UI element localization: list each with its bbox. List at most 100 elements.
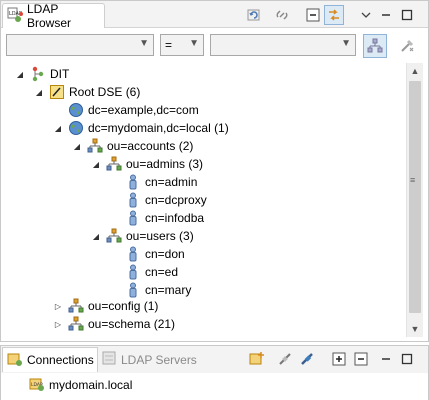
view-menu-button[interactable] xyxy=(356,5,376,25)
tree-node-dcproxy[interactable]: cn=dcproxy xyxy=(109,191,207,209)
expanded-twisty-icon[interactable]: ◢ xyxy=(14,68,26,80)
tree-node-mydomain[interactable]: ◢ dc=mydomain,dc=local (1) xyxy=(52,119,229,137)
leaf-spacer xyxy=(52,104,64,116)
tree-node-label: cn=don xyxy=(145,247,185,261)
disconnect-button[interactable] xyxy=(275,349,295,369)
tree-node-label: DIT xyxy=(50,67,70,81)
collapse-connections-button[interactable] xyxy=(351,349,371,369)
tab-ldap-servers[interactable]: LDAP Servers xyxy=(101,347,197,372)
scrollbar-thumb[interactable] xyxy=(409,81,421,313)
org-unit-icon xyxy=(106,228,122,244)
tree-node-example[interactable]: dc=example,dc=com xyxy=(52,101,199,119)
tab-connections-label: Connections xyxy=(27,353,94,367)
link-button[interactable] xyxy=(272,5,292,25)
expanded-twisty-icon[interactable]: ◢ xyxy=(90,230,102,242)
quick-search-tree-button[interactable] xyxy=(363,34,387,58)
tree-node-label: ou=config (1) xyxy=(88,299,159,313)
new-connection-button[interactable] xyxy=(247,349,267,369)
maximize-button[interactable] xyxy=(397,5,417,25)
tree-node-admins[interactable]: ◢ ou=admins (3) xyxy=(90,155,203,173)
refresh-icon xyxy=(247,9,260,21)
tree-node-label: ou=schema (21) xyxy=(88,317,176,331)
leaf-spacer xyxy=(109,248,121,260)
connections-view: Connections LDAP Servers LDAP mydomain.l… xyxy=(0,345,429,400)
leaf-spacer xyxy=(109,266,121,278)
collapse-all-icon xyxy=(306,8,320,22)
tree-node-don[interactable]: cn=don xyxy=(109,245,185,263)
view-menu-icon xyxy=(361,12,371,18)
filter-value-combo[interactable]: ▼ xyxy=(210,34,356,56)
minimize-icon xyxy=(382,358,390,360)
maximize-icon xyxy=(401,9,413,21)
tree-node-accounts[interactable]: ◢ ou=accounts (2) xyxy=(71,137,193,155)
tree-node-admin[interactable]: cn=admin xyxy=(109,173,197,191)
refresh-button[interactable] xyxy=(244,5,264,25)
leaf-spacer xyxy=(109,194,121,206)
tree-node-root-dse[interactable]: ◢ Root DSE (6) xyxy=(33,83,140,101)
tab-ldap-browser[interactable]: LDAP LDAP Browser xyxy=(2,2,105,30)
tree-node-label: cn=ed xyxy=(145,265,179,279)
tree-search-icon xyxy=(367,38,383,53)
expanded-twisty-icon[interactable]: ◢ xyxy=(52,122,64,134)
tree-node-ed[interactable]: cn=ed xyxy=(109,263,178,281)
person-icon xyxy=(125,264,141,280)
scroll-down-icon[interactable]: ▼ xyxy=(407,321,423,337)
connections-maximize-button[interactable] xyxy=(397,349,417,369)
expand-all-button[interactable] xyxy=(329,349,349,369)
chevron-down-icon: ▼ xyxy=(189,38,199,49)
dit-tree: ◢ DIT ◢ Root DSE (6) dc=example,dc=com ◢… xyxy=(1,63,406,343)
collapsed-twisty-icon[interactable]: ▷ xyxy=(52,300,64,312)
tree-node-users[interactable]: ◢ ou=users (3) xyxy=(90,227,194,245)
org-unit-icon xyxy=(68,316,84,332)
tree-node-label: Root DSE (6) xyxy=(69,85,141,99)
tree-node-label: cn=infodba xyxy=(145,211,205,225)
connections-minimize-button[interactable] xyxy=(376,349,396,369)
collapse-all-button[interactable] xyxy=(303,5,323,25)
connections-icon xyxy=(7,351,23,370)
chevron-down-icon: ▼ xyxy=(139,38,149,49)
tree-node-label: ou=admins (3) xyxy=(126,157,204,171)
minimize-button[interactable] xyxy=(376,5,396,25)
connect-icon xyxy=(301,353,313,365)
link-with-editor-icon xyxy=(329,9,339,21)
clear-search-button[interactable] xyxy=(395,34,419,58)
tree-node-label: ou=users (3) xyxy=(126,229,194,243)
tree-node-label: ou=accounts (2) xyxy=(107,139,194,153)
root-dse-icon xyxy=(49,84,65,100)
tree-node-config[interactable]: ▷ ou=config (1) xyxy=(52,297,158,315)
person-icon xyxy=(125,192,141,208)
tab-ldap-browser-label: LDAP Browser xyxy=(27,2,72,30)
expanded-twisty-icon[interactable]: ◢ xyxy=(33,86,45,98)
collapsed-twisty-icon[interactable]: ▷ xyxy=(52,318,64,330)
new-connection-icon xyxy=(249,352,264,365)
tree-node-schema[interactable]: ▷ ou=schema (21) xyxy=(52,315,175,333)
tree-node-label: dc=example,dc=com xyxy=(88,103,199,117)
operator-combo[interactable]: = ▼ xyxy=(160,34,204,56)
expanded-twisty-icon[interactable]: ◢ xyxy=(90,158,102,170)
leaf-spacer xyxy=(109,284,121,296)
tab-connections[interactable]: Connections xyxy=(2,347,98,372)
leaf-spacer xyxy=(109,176,121,188)
tree-node-infodba[interactable]: cn=infodba xyxy=(109,209,204,227)
ldap-browser-tabbar: LDAP LDAP Browser xyxy=(1,1,428,30)
connections-list: LDAP mydomain.local xyxy=(1,373,428,400)
expanded-twisty-icon[interactable]: ◢ xyxy=(71,140,83,152)
person-icon xyxy=(125,174,141,190)
org-unit-icon xyxy=(87,138,103,154)
maximize-icon xyxy=(401,353,413,365)
link-with-editor-button[interactable] xyxy=(324,5,344,25)
operator-value: = xyxy=(165,38,173,52)
dit-icon xyxy=(30,66,46,82)
connection-label: mydomain.local xyxy=(49,378,133,392)
connection-icon: LDAP xyxy=(29,376,45,395)
attribute-combo[interactable]: ▼ xyxy=(6,34,154,56)
globe-icon xyxy=(68,102,84,118)
clear-search-icon xyxy=(401,39,414,52)
collapse-all-icon xyxy=(354,352,368,366)
scroll-up-icon[interactable]: ▲ xyxy=(407,63,423,79)
tree-node-dit[interactable]: ◢ DIT xyxy=(14,65,69,83)
connection-item[interactable]: LDAP mydomain.local xyxy=(29,376,132,394)
tree-vertical-scrollbar[interactable]: ▲ ≡ ▼ xyxy=(406,63,423,337)
connect-button[interactable] xyxy=(297,349,317,369)
link-icon xyxy=(276,10,288,20)
